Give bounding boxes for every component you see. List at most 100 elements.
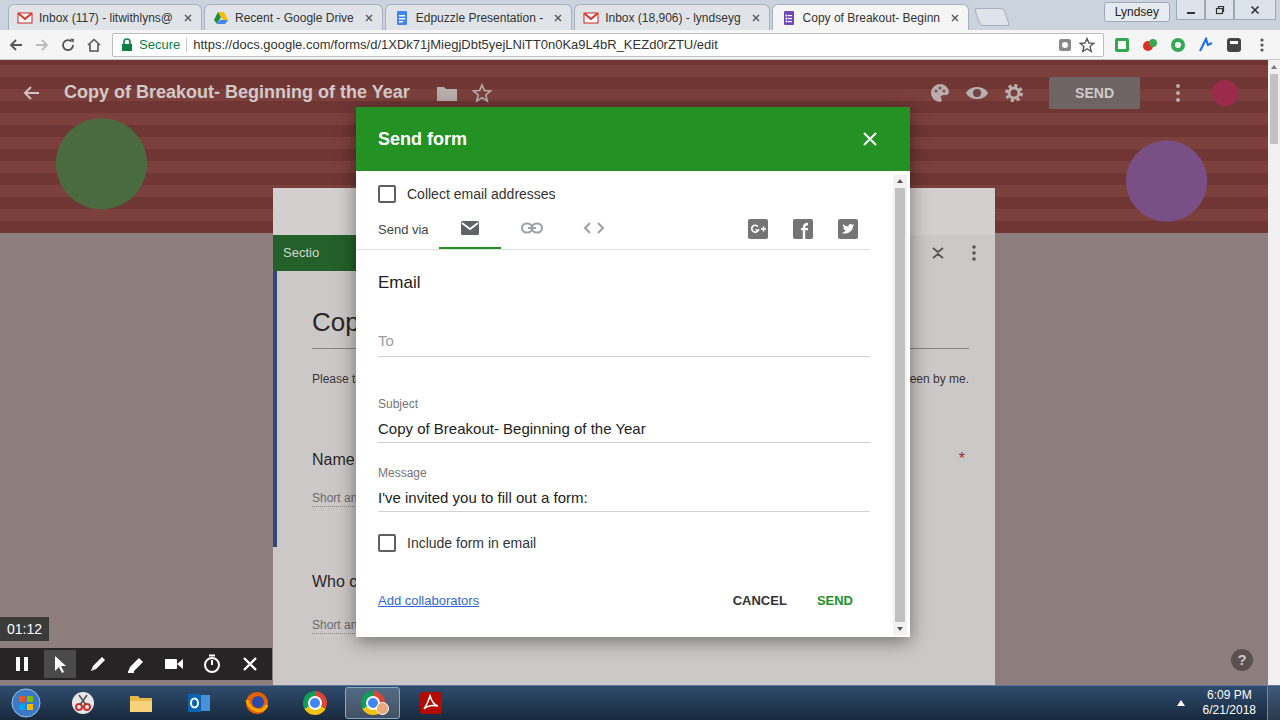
checkbox[interactable] [378, 185, 396, 203]
close-icon[interactable] [751, 13, 761, 23]
message-field[interactable]: Message I've invited you to fill out a f… [378, 465, 870, 512]
preview-eye-icon[interactable] [965, 82, 989, 104]
checkbox[interactable] [378, 534, 396, 552]
start-button[interactable] [0, 688, 52, 718]
taskbar-app[interactable] [171, 687, 226, 719]
windows-logo-icon [11, 688, 41, 718]
subject-field[interactable]: Subject Copy of Breakout- Beginning of t… [378, 396, 870, 443]
browser-tab[interactable]: Inbox (18,906) - lyndseyg [574, 4, 769, 30]
extension-icon[interactable] [1057, 37, 1073, 53]
recorder-tool[interactable] [44, 650, 76, 678]
send-button[interactable]: SEND [1049, 77, 1140, 109]
recorder-tool[interactable] [234, 650, 266, 678]
taskbar-app[interactable] [345, 687, 400, 719]
extension-icon[interactable] [1226, 37, 1242, 53]
question-label[interactable]: Who c [312, 572, 357, 592]
section-tab[interactable]: Sectio [273, 235, 357, 271]
short-answer-hint: Short an [312, 617, 357, 634]
extension-icon[interactable] [1142, 37, 1158, 53]
dialog-button[interactable]: CANCEL [721, 587, 799, 614]
twitter-icon[interactable] [838, 219, 858, 239]
taskbar-app[interactable] [229, 687, 284, 719]
link-icon [521, 222, 543, 234]
taskbar-app[interactable] [55, 687, 110, 719]
close-icon[interactable] [183, 13, 193, 23]
window-controls [1176, 0, 1276, 20]
show-hidden-icons-icon[interactable] [1176, 699, 1186, 707]
close-icon[interactable] [862, 131, 878, 147]
scroll-up-icon[interactable] [896, 178, 904, 184]
description-end: een by me. [910, 371, 969, 387]
settings-gear-icon[interactable] [1003, 82, 1025, 104]
browser-tab[interactable]: Inbox (117) - litwithlyns@ [8, 4, 202, 30]
pen-icon [88, 654, 108, 674]
send-via-tab[interactable] [439, 209, 501, 249]
bookmark-star-icon[interactable] [1079, 37, 1095, 53]
palette-icon[interactable] [929, 82, 951, 104]
more-options-icon[interactable] [1174, 82, 1182, 104]
back-icon[interactable] [8, 37, 24, 53]
to-field[interactable]: To [378, 328, 870, 357]
scroll-down-icon[interactable] [896, 626, 904, 632]
browser-tab[interactable]: Copy of Breakout- Beginn [772, 4, 969, 30]
page-scrollbar[interactable] [1268, 60, 1280, 685]
minimize-button[interactable] [1176, 0, 1205, 20]
scrollbar-thumb[interactable] [895, 188, 905, 622]
restore-button[interactable] [1205, 0, 1234, 20]
send-via-tab[interactable] [563, 209, 625, 249]
form-title[interactable]: Copy of Breakout- Beginning of the Year [64, 82, 410, 103]
extension-icon[interactable] [1198, 37, 1214, 53]
back-arrow-icon[interactable] [22, 83, 42, 103]
close-icon[interactable] [364, 13, 374, 23]
url-field[interactable]: Secure https://docs.google.com/forms/d/1… [112, 33, 1104, 57]
close-window-button[interactable] [1234, 0, 1276, 20]
dialog-scrollbar[interactable] [893, 175, 907, 635]
facebook-icon[interactable] [793, 219, 813, 239]
taskbar-app[interactable] [287, 687, 342, 719]
page-content: Copy of Breakout- Beginning of the Year … [0, 60, 1268, 685]
scroll-up-icon[interactable] [1270, 64, 1278, 70]
recorder-tool[interactable] [6, 650, 38, 678]
profile-name[interactable]: Lyndsey [1104, 2, 1170, 22]
google-plus-icon[interactable] [748, 219, 768, 239]
subject-value: Copy of Breakout- Beginning of the Year [378, 419, 870, 439]
recorder-tool[interactable] [120, 650, 152, 678]
folder-icon[interactable] [436, 84, 458, 102]
taskbar-app[interactable] [113, 687, 168, 719]
show-desktop-button[interactable] [1267, 686, 1280, 720]
collect-emails-option[interactable]: Collect email addresses [378, 184, 870, 204]
close-icon[interactable] [950, 13, 960, 23]
dialog-title: Send form [378, 129, 467, 150]
divider [186, 38, 187, 52]
taskbar-app[interactable] [403, 687, 458, 719]
recorder-tool[interactable] [158, 650, 190, 678]
scrollbar-thumb[interactable] [1270, 74, 1278, 144]
extension-icon[interactable] [1170, 37, 1186, 53]
to-placeholder: To [378, 332, 394, 349]
help-button[interactable]: ? [1231, 649, 1253, 671]
recorder-tool[interactable] [196, 650, 228, 678]
recorder-tool[interactable] [82, 650, 114, 678]
browser-tab[interactable]: Recent - Google Drive [204, 4, 383, 30]
home-icon[interactable] [86, 37, 102, 53]
account-avatar[interactable] [1212, 80, 1238, 106]
send-via-tab[interactable] [501, 209, 563, 249]
more-icon[interactable] [971, 244, 977, 262]
extension-icon[interactable] [1114, 37, 1130, 53]
collapse-icon[interactable] [931, 246, 945, 260]
question-label[interactable]: Name [312, 450, 355, 470]
tab-label: Edpuzzle Presentation - [416, 11, 543, 25]
email-heading: Email [378, 271, 870, 295]
close-icon[interactable] [553, 13, 563, 23]
add-collaborators-link[interactable]: Add collaborators [378, 593, 479, 608]
include-form-option[interactable]: Include form in email [378, 533, 870, 553]
forward-icon[interactable] [34, 37, 50, 53]
system-clock[interactable]: 6:09 PM 6/21/2018 [1203, 688, 1256, 718]
reload-icon[interactable] [60, 37, 76, 53]
star-icon[interactable] [472, 83, 492, 103]
dialog-button[interactable]: SEND [805, 587, 870, 614]
send-form-dialog: Send form Collect email addresses Send v… [356, 107, 910, 637]
new-tab-button[interactable] [974, 8, 1011, 26]
menu-icon[interactable] [1254, 37, 1270, 53]
browser-tab[interactable]: Edpuzzle Presentation - [385, 4, 572, 30]
